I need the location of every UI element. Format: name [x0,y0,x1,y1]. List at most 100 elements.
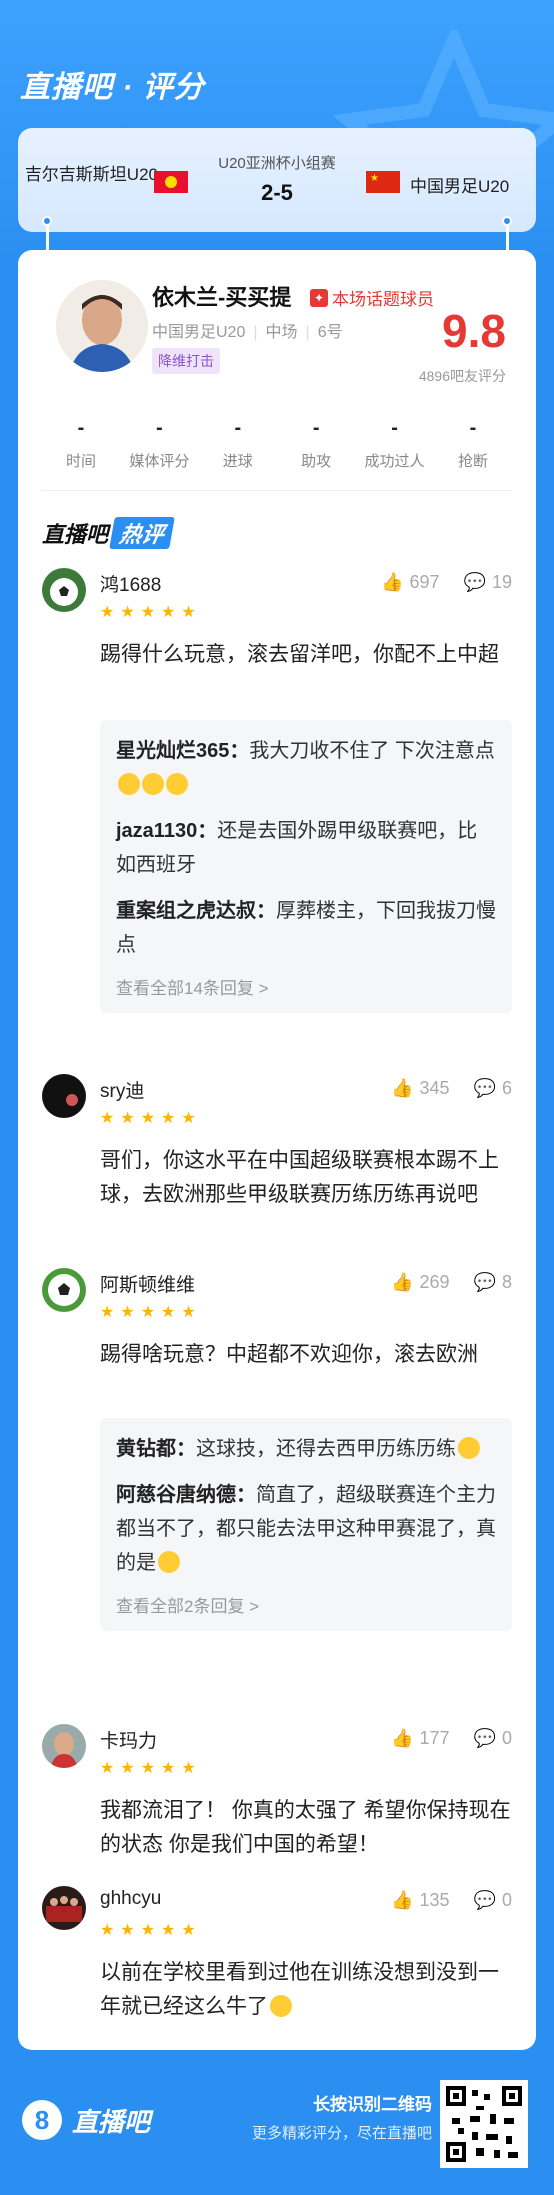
dark-avatar-icon [42,1074,86,1118]
comment-actions: 👍 135 💬 0 [391,1890,512,1911]
player-avatar-icon [42,1724,86,1768]
reply-username[interactable]: 阿慈谷唐纳德： [116,1484,256,1506]
soccer-ball-avatar-icon [42,1268,86,1312]
reply-username[interactable]: 星光灿烂365： [116,740,249,762]
reply-text: 这球技，还得去西甲历练历练 [196,1438,456,1460]
comment-item: sry迪 ★★★★★ 👍 345 💬 6 哥们，你这水平在中国超级联赛根本踢不上球，… [42,1074,512,1254]
stats-row: - 时间 - 媒体评分 - 进球 - 助攻 - 成功过人 - 抢断 [42,410,512,490]
china-flag-icon: ★ [366,171,400,193]
emoji-icon [166,773,188,795]
like-count: 697 [409,572,440,592]
stat-value: - [156,417,163,439]
brand-logo-icon: 8 [22,2100,62,2140]
star-rating: ★★★★★ [100,1760,202,1777]
reply-button[interactable]: 💬 0 [474,1890,512,1911]
comment-username[interactable]: sry迪 [100,1076,144,1103]
qr-code[interactable] [440,2080,528,2168]
stat-label: 抢断 [457,453,488,470]
comment-icon: 💬 [473,1272,496,1292]
stat-value: - [234,417,242,439]
emoji-icon [458,1437,480,1459]
stat-value: - [391,417,398,439]
fire-icon: ✦ [310,288,328,307]
player-photo-icon [56,280,148,372]
stat-value: - [469,417,477,439]
reply-item: jaza1130：还是去国外踢甲级联赛吧，比如西班牙 [116,814,496,882]
like-button[interactable]: 👍 135 [391,1890,449,1911]
like-button[interactable]: 👍 345 [391,1078,449,1099]
hot-comments-header: 直播吧 热评 [42,516,175,550]
like-count: 177 [419,1728,450,1748]
thumbs-up-icon: 👍 [391,1890,414,1910]
like-count: 135 [419,1890,450,1910]
stat-time: - 时间 [42,410,120,490]
like-count: 345 [419,1078,450,1098]
avatar[interactable] [42,1074,86,1118]
comment-item: 卡玛力 ★★★★★ 👍 177 💬 0 我都流泪了！ 你真的太强了 希望你保持现在的… [42,1724,512,1874]
comment-username[interactable]: 卡玛力 [100,1726,157,1753]
thumbs-up-icon: 👍 [391,1078,414,1098]
like-button[interactable]: 👍 697 [381,572,439,593]
comment-username[interactable]: 鸿1688 [100,570,161,597]
stat-tackles: - 抢断 [434,410,512,490]
comment-text: 踢得什么玩意，滚去留洋吧，你配不上中超 [100,643,499,666]
reply-item: 阿慈谷唐纳德：简直了，超级联赛连个主力都当不了，都只能去法甲这种甲赛混了，真的是 [116,1478,496,1580]
player-position: 中场 [265,324,298,341]
comment-text: 哥们，你这水平在中国超级联赛根本踢不上球，去欧洲那些甲级联赛历练历练再说吧 [100,1149,499,1206]
competition-name: U20亚洲杯小组赛 [218,155,336,172]
like-button[interactable]: 👍 177 [391,1728,449,1749]
thumbs-up-icon: 👍 [391,1728,414,1748]
reply-button[interactable]: 💬 0 [474,1728,512,1749]
reply-button[interactable]: 💬 19 [464,572,512,593]
like-button[interactable]: 👍 269 [391,1272,449,1293]
stat-value: - [312,417,320,439]
right-team-name: 中国男足U20 [410,177,510,196]
comment-item: 阿斯顿维维 ★★★★★ 👍 269 💬 8 踢得啥玩意？中超都不欢迎你，滚去欧洲 黄… [42,1268,512,1688]
star-rating: ★★★★★ [100,1304,202,1321]
match-card: 吉尔吉斯斯坦U20 U20亚洲杯小组赛 2-5 ★ 中国男足U20 [18,128,536,232]
emoji-icon [142,773,164,795]
stat-label: 成功过人 [364,453,425,470]
view-all-replies-link[interactable]: 查看全部2条回复 > [116,1592,496,1617]
avatar[interactable] [42,568,86,612]
stat-label: 进球 [222,453,253,470]
avatar[interactable] [42,1886,86,1930]
reply-button[interactable]: 💬 8 [474,1272,512,1293]
comment-icon: 💬 [473,1078,496,1098]
player-tag: 降维打击 [152,348,220,374]
stat-assists: - 助攻 [277,410,355,490]
comment-actions: 👍 177 💬 0 [391,1728,512,1749]
reply-count: 8 [501,1272,512,1292]
comment-username[interactable]: ghhcyu [100,1888,161,1910]
comment-actions: 👍 345 💬 6 [391,1078,512,1099]
stat-dribbles: - 成功过人 [356,410,434,490]
star-rating: ★★★★★ [100,1110,202,1127]
avatar[interactable] [42,1724,86,1768]
divider [42,490,512,491]
comment-item: ghhcyu ★★★★★ 👍 135 💬 0 以前在学校里看到过他在训练没想到没到一… [42,1886,512,2036]
like-count: 269 [419,1272,450,1292]
rating-card: 依木兰-买买提 ✦ 本场话题球员 中国男足U20 | 中场 | 6号 降维打击 9.8 … [18,250,536,2050]
view-all-replies-link[interactable]: 查看全部14条回复 > [116,974,496,999]
comment-username[interactable]: 阿斯顿维维 [100,1270,195,1297]
comment-icon: 💬 [473,1728,496,1748]
team-photo-avatar-icon [42,1886,86,1930]
comment-text-content: 以前在学校里看到过他在训练没想到没到一年就已经这么牛了 [100,1961,499,2018]
player-name: 依木兰-买买提 [152,285,292,310]
hot-prefix: 直播吧 [42,522,109,547]
stat-value: - [77,417,85,439]
reply-text: 我大刀收不住了 下次注意点 [249,740,495,762]
reply-username[interactable]: 重案组之虎达叔： [116,900,276,922]
reply-button[interactable]: 💬 6 [474,1078,512,1099]
reply-count: 0 [501,1728,512,1748]
comment-text: 我都流泪了！ 你真的太强了 希望你保持现在的状态 你是我们中国的希望！ [100,1799,511,1856]
star-rating: ★★★★★ [100,1922,202,1939]
reply-username[interactable]: jaza1130： [116,820,217,842]
footer-slogan: 更多精彩评分，尽在直播吧 [251,2125,432,2142]
hot-label: 热评 [109,517,175,549]
avatar[interactable] [42,1268,86,1312]
stat-media-rating: - 媒体评分 [120,410,198,490]
reply-count: 0 [501,1890,512,1910]
reply-username[interactable]: 黄钻都： [116,1438,196,1460]
reply-box: 星光灿烂365：我大刀收不住了 下次注意点 jaza1130：还是去国外踢甲级联… [100,720,512,1013]
